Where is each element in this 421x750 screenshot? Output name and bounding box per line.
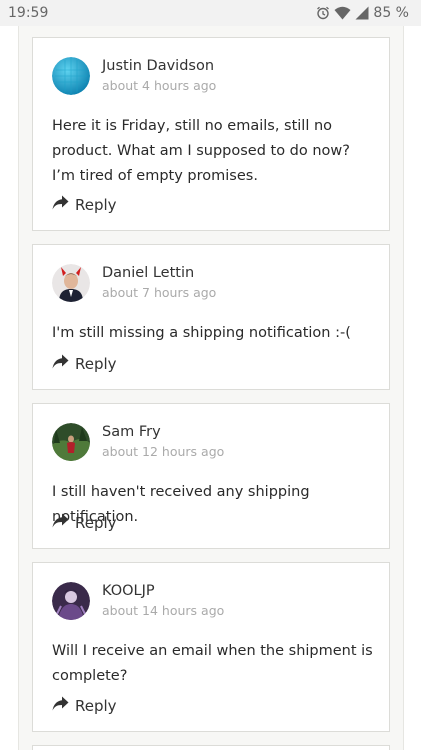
comment-feed[interactable]: Justin Davidson about 4 hours ago Here i…: [18, 26, 404, 750]
comment-time: about 12 hours ago: [102, 444, 225, 459]
battery-percent: 85 %: [373, 5, 409, 21]
reply-arrow-icon: [52, 354, 75, 373]
reply-arrow-icon: [52, 195, 75, 214]
reply-button[interactable]: Reply: [52, 696, 117, 715]
comment-time: about 7 hours ago: [102, 285, 217, 300]
reply-label: Reply: [75, 354, 117, 373]
comment-time: about 14 hours ago: [102, 603, 225, 618]
comment-header: Sam Fry about 12 hours ago: [52, 422, 224, 462]
reply-arrow-icon: [52, 513, 75, 532]
reply-button[interactable]: Reply: [52, 354, 117, 373]
character-avatar[interactable]: [52, 582, 90, 620]
comment-text: Will I receive an email when the shipmen…: [52, 643, 373, 684]
comment-header: Justin Davidson about 4 hours ago: [52, 56, 216, 96]
comment-header: Daniel Lettin about 7 hours ago: [52, 263, 216, 303]
wifi-icon: [334, 6, 351, 20]
comment-text: Here it is Friday, still no emails, stil…: [52, 118, 350, 184]
status-time: 19:59: [8, 5, 49, 21]
comment-author[interactable]: Daniel Lettin: [102, 263, 216, 283]
comment-header: KOOLJP about 14 hours ago: [52, 581, 224, 621]
reply-arrow-icon: [52, 696, 75, 715]
comment-card: Sam Fry about 12 hours ago I still haven…: [32, 403, 390, 549]
comment-card: KOOLJP about 14 hours ago Will I receive…: [32, 562, 390, 732]
status-icons: 85 %: [316, 5, 409, 21]
comment-author[interactable]: Sam Fry: [102, 422, 224, 442]
comment-card: Justin Davidson about 4 hours ago Here i…: [32, 37, 390, 231]
devil-horns-avatar[interactable]: [52, 264, 90, 302]
signal-icon: [355, 6, 369, 20]
reply-label: Reply: [75, 513, 117, 532]
reply-label: Reply: [75, 696, 117, 715]
status-bar: 19:59 85 %: [0, 0, 421, 26]
reply-button[interactable]: Reply: [52, 195, 117, 214]
comment-author[interactable]: Justin Davidson: [102, 56, 216, 76]
forest-avatar[interactable]: [52, 423, 90, 461]
comment-author[interactable]: KOOLJP: [102, 581, 224, 601]
alarm-icon: [316, 6, 330, 20]
comment-text: I'm still missing a shipping notificatio…: [52, 325, 351, 341]
comment-time: about 4 hours ago: [102, 78, 217, 93]
teal-sphere-avatar[interactable]: [52, 57, 90, 95]
comment-card: Daniel Lettin about 7 hours ago I'm stil…: [32, 244, 390, 390]
reply-button[interactable]: Reply: [52, 513, 117, 532]
reply-label: Reply: [75, 195, 117, 214]
comment-card-partial: [32, 745, 390, 750]
